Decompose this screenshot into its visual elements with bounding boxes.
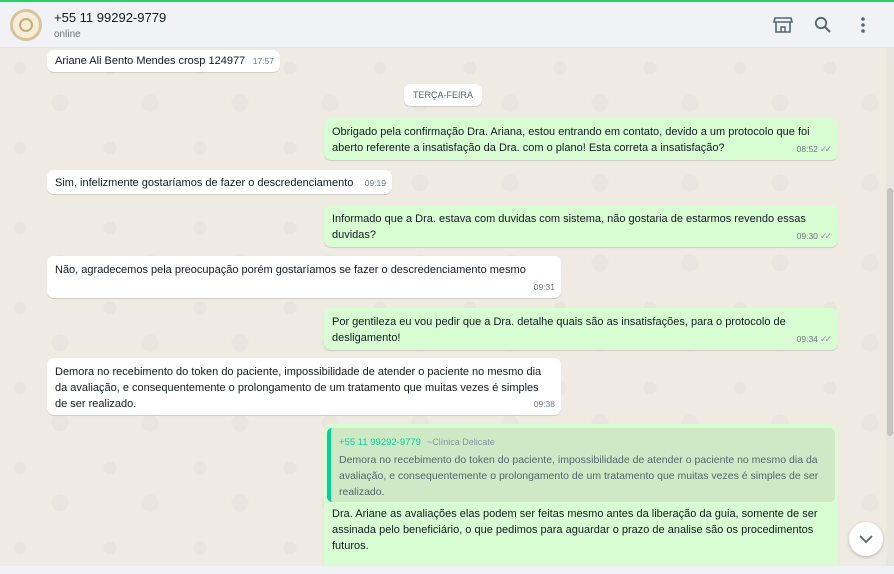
message-outgoing[interactable]: Informado que a Dra. estava com duvidas …	[324, 205, 838, 247]
message-text: Por gentileza eu vou pedir que a Dra. de…	[332, 316, 786, 344]
read-receipt-icon: ✓✓	[819, 231, 832, 241]
contact-status: online	[54, 29, 81, 40]
quote-org: ~Clínica Delicate	[426, 437, 495, 447]
day-separator: TERÇA-FEIRA	[404, 84, 482, 106]
message-outgoing[interactable]: Obrigado pela confirmação Dra. Ariana, e…	[324, 118, 838, 160]
read-receipt-icon: ✓✓	[819, 144, 832, 154]
chat-header: +55 11 99292-9779 online	[0, 0, 894, 48]
message-text: Informado que a Dra. estava com duvidas …	[332, 213, 806, 241]
message-outgoing[interactable]: Por gentileza eu vou pedir que a Dra. de…	[324, 308, 838, 350]
read-receipt-icon: ✓✓	[819, 334, 832, 344]
search-icon[interactable]	[812, 14, 834, 36]
contact-avatar[interactable]	[10, 9, 42, 41]
contact-name[interactable]: +55 11 99292-9779	[54, 10, 166, 25]
message-incoming[interactable]: Não, agradecemos pela preocupação porém …	[47, 256, 561, 298]
message-time: 08:52 ✓✓	[797, 141, 832, 157]
message-text: Obrigado pela confirmação Dra. Ariana, e…	[332, 126, 810, 154]
message-time: 09:31	[533, 282, 555, 292]
message-time: 09:38	[533, 399, 555, 409]
scrollbar[interactable]	[886, 48, 894, 574]
composer-edge	[0, 566, 894, 574]
message-incoming[interactable]: Ariane Ali Bento Mendes crosp 124977 17:…	[47, 50, 280, 72]
scroll-down-button[interactable]	[849, 522, 883, 556]
shop-icon[interactable]	[772, 14, 794, 36]
chevron-down-icon	[859, 534, 873, 543]
message-time: 09:30 ✓✓	[797, 228, 832, 244]
message-text: Sim, infelizmente gostaríamos de fazer o…	[55, 177, 354, 189]
message-text: Dra. Ariane as avaliações elas podem ser…	[332, 508, 818, 552]
message-time: 09:34 ✓✓	[797, 331, 832, 347]
message-text: Demora no recebimento do token do pacien…	[55, 366, 542, 410]
quote-text: Demora no recebimento do token do pacien…	[339, 454, 819, 498]
quoted-message[interactable]: +55 11 99292-9779 ~Clínica Delicate Demor…	[327, 428, 835, 502]
message-text: Não, agradecemos pela preocupação porém …	[55, 264, 526, 276]
scrollbar-thumb[interactable]	[887, 188, 893, 436]
message-time: 17:57	[252, 56, 274, 66]
message-incoming[interactable]: Sim, infelizmente gostaríamos de fazer o…	[47, 170, 392, 194]
message-text: Ariane Ali Bento Mendes crosp 124977	[55, 55, 246, 67]
menu-dots-icon[interactable]	[852, 14, 874, 36]
message-time: 09:19	[364, 178, 386, 188]
quote-author: +55 11 99292-9779	[339, 437, 421, 448]
message-incoming[interactable]: Demora no recebimento do token do pacien…	[47, 358, 561, 415]
